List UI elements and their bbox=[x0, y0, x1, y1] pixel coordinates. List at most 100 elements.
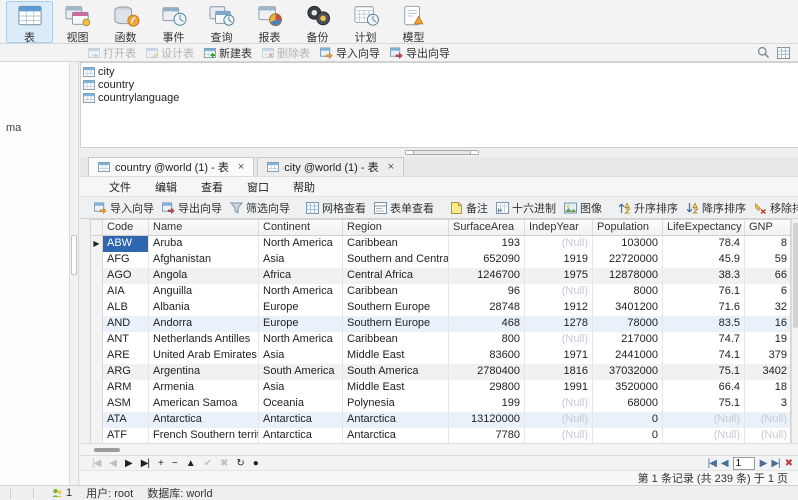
column-header-name[interactable]: Name bbox=[149, 220, 259, 236]
grid-cell[interactable]: 379 bbox=[745, 348, 791, 364]
grid-cell[interactable]: Aruba bbox=[149, 236, 259, 252]
grid-cell[interactable]: (Null) bbox=[525, 332, 593, 348]
grid-cell[interactable]: ABW bbox=[103, 236, 149, 252]
grid-cell[interactable]: ALB bbox=[103, 300, 149, 316]
sidebar-scrollbar-thumb[interactable] bbox=[71, 235, 77, 275]
stop-button[interactable]: ● bbox=[253, 458, 258, 469]
column-header-population[interactable]: Population bbox=[593, 220, 663, 236]
grid-cell[interactable]: Caribbean bbox=[343, 332, 449, 348]
next-page-button[interactable]: ▶ bbox=[760, 458, 767, 469]
grid-cell[interactable]: French Southern territories bbox=[149, 428, 259, 443]
grid-cell[interactable]: 75.1 bbox=[663, 364, 745, 380]
ribbon-button-table-big[interactable]: 表 bbox=[6, 1, 53, 43]
grid-cell[interactable]: Southern Europe bbox=[343, 316, 449, 332]
grid-cell[interactable]: 217000 bbox=[593, 332, 663, 348]
column-header-surfacearea[interactable]: SurfaceArea bbox=[449, 220, 525, 236]
grid-cell[interactable]: (Null) bbox=[663, 428, 745, 443]
grid-cell[interactable]: 1912 bbox=[525, 300, 593, 316]
grid-cell[interactable]: Argentina bbox=[149, 364, 259, 380]
column-header-code[interactable]: Code bbox=[103, 220, 149, 236]
close-pager-button[interactable]: ✖ bbox=[785, 458, 792, 469]
grid-vertical-scrollbar[interactable] bbox=[791, 219, 798, 443]
grid-cell[interactable]: Anguilla bbox=[149, 284, 259, 300]
grid-cell[interactable]: 103000 bbox=[593, 236, 663, 252]
last-page-button[interactable]: ▶| bbox=[771, 458, 779, 469]
toolbar-button-export-wizard[interactable]: 导出向导 bbox=[390, 45, 450, 61]
grid-cell[interactable]: 1991 bbox=[525, 380, 593, 396]
grid-cell[interactable]: ARM bbox=[103, 380, 149, 396]
grid-cell[interactable]: 3 bbox=[745, 396, 791, 412]
grid-cell[interactable]: ANT bbox=[103, 332, 149, 348]
object-list-item-city[interactable]: city bbox=[83, 65, 798, 78]
grid-horizontal-scrollbar[interactable] bbox=[80, 443, 798, 455]
grid-cell[interactable]: ARE bbox=[103, 348, 149, 364]
connection-sidebar[interactable]: ma bbox=[0, 62, 70, 485]
table-row[interactable]: ATFFrench Southern territoriesAntarctica… bbox=[91, 428, 790, 443]
next-record-button[interactable]: ▶ bbox=[125, 458, 132, 469]
grid-cell[interactable]: 3401200 bbox=[593, 300, 663, 316]
ribbon-button-event-big[interactable]: 事件 bbox=[150, 1, 197, 43]
grid-cell[interactable]: 37032000 bbox=[593, 364, 663, 380]
add-record-button[interactable]: + bbox=[158, 458, 163, 469]
toolbar-button-sort-desc[interactable]: 降序排序 bbox=[682, 198, 750, 218]
grid-cell[interactable]: 1975 bbox=[525, 268, 593, 284]
column-header-gnp[interactable]: GNP bbox=[745, 220, 791, 236]
grid-toggle-icon[interactable] bbox=[777, 47, 790, 59]
grid-cell[interactable]: Middle East bbox=[343, 348, 449, 364]
grid-cell[interactable]: 1246700 bbox=[449, 268, 525, 284]
grid-cell[interactable]: 0 bbox=[593, 412, 663, 428]
grid-cell[interactable]: Africa bbox=[259, 268, 343, 284]
grid-cell[interactable]: 74.7 bbox=[663, 332, 745, 348]
toolbar-button-filter-wizard[interactable]: 筛选向导 bbox=[226, 198, 294, 218]
grid-cell[interactable]: 3520000 bbox=[593, 380, 663, 396]
ribbon-button-backup-big[interactable]: 备份 bbox=[294, 1, 341, 43]
grid-cell[interactable]: 78000 bbox=[593, 316, 663, 332]
toolbar-button-new-table[interactable]: 新建表 bbox=[204, 45, 252, 61]
grid-cell[interactable]: 19 bbox=[745, 332, 791, 348]
table-row[interactable]: ARGArgentinaSouth AmericaSouth America27… bbox=[91, 364, 790, 380]
grid-cell[interactable]: Andorra bbox=[149, 316, 259, 332]
grid-cell[interactable]: 75.1 bbox=[663, 396, 745, 412]
table-row[interactable]: ATAAntarcticaAntarcticaAntarctica1312000… bbox=[91, 412, 790, 428]
grid-cell[interactable]: Oceania bbox=[259, 396, 343, 412]
grid-cell[interactable]: South America bbox=[259, 364, 343, 380]
grid-cell[interactable]: American Samoa bbox=[149, 396, 259, 412]
toolbar-button-remove-sort[interactable]: 移除排序 bbox=[750, 198, 798, 218]
grid-cell[interactable]: 66.4 bbox=[663, 380, 745, 396]
grid-cell[interactable]: North America bbox=[259, 236, 343, 252]
toolbar-button-grid-view[interactable]: 网格查看 bbox=[302, 198, 370, 218]
grid-cell[interactable]: 71.6 bbox=[663, 300, 745, 316]
grid-cell[interactable]: (Null) bbox=[745, 428, 791, 443]
grid-cell[interactable]: 16 bbox=[745, 316, 791, 332]
grid-cell[interactable]: 68000 bbox=[593, 396, 663, 412]
table-row[interactable]: AFGAfghanistanAsiaSouthern and Central A… bbox=[91, 252, 790, 268]
grid-cell[interactable]: 96 bbox=[449, 284, 525, 300]
grid-cell[interactable]: (Null) bbox=[525, 428, 593, 443]
grid-hscroll-thumb[interactable] bbox=[94, 448, 120, 452]
object-list-item-countrylanguage[interactable]: countrylanguage bbox=[83, 91, 798, 104]
grid-cell[interactable]: Polynesia bbox=[343, 396, 449, 412]
menu-item-2[interactable]: 查看 bbox=[189, 177, 235, 197]
grid-cell[interactable]: Armenia bbox=[149, 380, 259, 396]
grid-cell[interactable]: 7780 bbox=[449, 428, 525, 443]
grid-cell[interactable]: 66 bbox=[745, 268, 791, 284]
grid-cell[interactable]: 800 bbox=[449, 332, 525, 348]
grid-cell[interactable]: ATA bbox=[103, 412, 149, 428]
grid-cell[interactable]: Southern Europe bbox=[343, 300, 449, 316]
grid-cell[interactable]: AND bbox=[103, 316, 149, 332]
grid-cell[interactable]: (Null) bbox=[525, 396, 593, 412]
grid-cell[interactable]: North America bbox=[259, 332, 343, 348]
table-row[interactable]: ASMAmerican SamoaOceaniaPolynesia199(Nul… bbox=[91, 396, 790, 412]
grid-cell[interactable]: AIA bbox=[103, 284, 149, 300]
menu-item-3[interactable]: 窗口 bbox=[235, 177, 281, 197]
grid-cell[interactable]: 83.5 bbox=[663, 316, 745, 332]
table-row[interactable]: AIAAnguillaNorth AmericaCaribbean96(Null… bbox=[91, 284, 790, 300]
first-page-button[interactable]: |◀ bbox=[708, 458, 716, 469]
grid-cell[interactable]: Caribbean bbox=[343, 284, 449, 300]
toolbar-button-export-wizard[interactable]: 导出向导 bbox=[158, 198, 226, 218]
grid-cell[interactable]: 3402 bbox=[745, 364, 791, 380]
sidebar-scrollbar[interactable] bbox=[70, 62, 79, 485]
grid-cell[interactable]: 1278 bbox=[525, 316, 593, 332]
grid-cell[interactable]: 12878000 bbox=[593, 268, 663, 284]
delete-record-button[interactable]: − bbox=[172, 458, 177, 469]
